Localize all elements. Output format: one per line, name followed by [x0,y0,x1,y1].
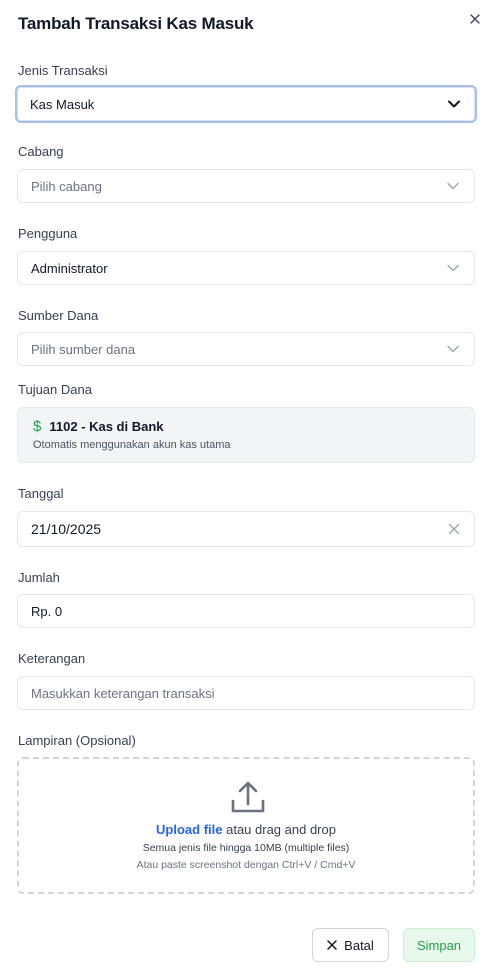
save-button-label: Simpan [416,937,462,953]
close-icon [327,940,337,950]
tanggal-value: 21/10/2025 [31,521,102,537]
upload-icon [229,779,267,817]
dollar-icon: $ [33,418,42,435]
tanggal-label: Tanggal [18,486,64,501]
pengguna-value: Administrator [31,260,108,276]
close-icon [470,14,480,24]
chevron-down-icon [446,342,460,356]
cabang-placeholder: Pilih cabang [31,178,102,194]
lampiran-label: Lampiran (Opsional) [18,733,136,748]
cabang-label: Cabang [18,144,64,159]
jenis-transaksi-value: Kas Masuk [30,96,95,112]
chevron-down-icon [447,97,461,111]
jumlah-label: Jumlah [18,570,60,585]
file-dropzone[interactable]: Upload file atau drag and drop Semua jen… [17,757,475,894]
chevron-down-icon [446,261,460,275]
drag-drop-text: atau drag and drop [222,822,336,837]
tujuan-dana-label: Tujuan Dana [18,382,92,397]
pengguna-select[interactable]: Administrator [17,251,475,285]
jenis-transaksi-select[interactable]: Kas Masuk [15,85,477,123]
upload-file-link[interactable]: Upload file [156,822,222,837]
file-limit-text: Semua jenis file hingga 10MB (multiple f… [142,842,350,854]
dialog-title: Tambah Transaksi Kas Masuk [18,14,254,33]
jumlah-input[interactable]: Rp. 0 [17,594,475,628]
close-button[interactable] [466,10,484,28]
cancel-button-label: Batal [344,937,374,953]
tujuan-dana-hint: Otomatis menggunakan akun kas utama [33,439,231,451]
sumber-dana-select[interactable]: Pilih sumber dana [17,332,475,366]
keterangan-placeholder: Masukkan keterangan transaksi [31,685,215,701]
tanggal-input[interactable]: 21/10/2025 [17,511,475,547]
tujuan-dana-box: $ 1102 - Kas di Bank Otomatis menggunaka… [17,407,475,463]
jenis-transaksi-label: Jenis Transaksi [18,63,108,78]
sumber-dana-placeholder: Pilih sumber dana [31,341,136,357]
chevron-down-icon [446,179,460,193]
clear-icon[interactable] [446,521,462,537]
pengguna-label: Pengguna [18,226,78,241]
save-button[interactable]: Simpan [403,928,475,962]
keterangan-label: Keterangan [18,651,86,666]
sumber-dana-label: Sumber Dana [18,308,99,323]
keterangan-input[interactable]: Masukkan keterangan transaksi [17,676,475,710]
cancel-button[interactable]: Batal [312,928,389,962]
cabang-select[interactable]: Pilih cabang [17,169,475,203]
tujuan-dana-account: 1102 - Kas di Bank [49,419,164,434]
jumlah-value: Rp. 0 [31,603,63,619]
paste-hint-text: Atau paste screenshot dengan Ctrl+V / Cm… [136,859,356,871]
